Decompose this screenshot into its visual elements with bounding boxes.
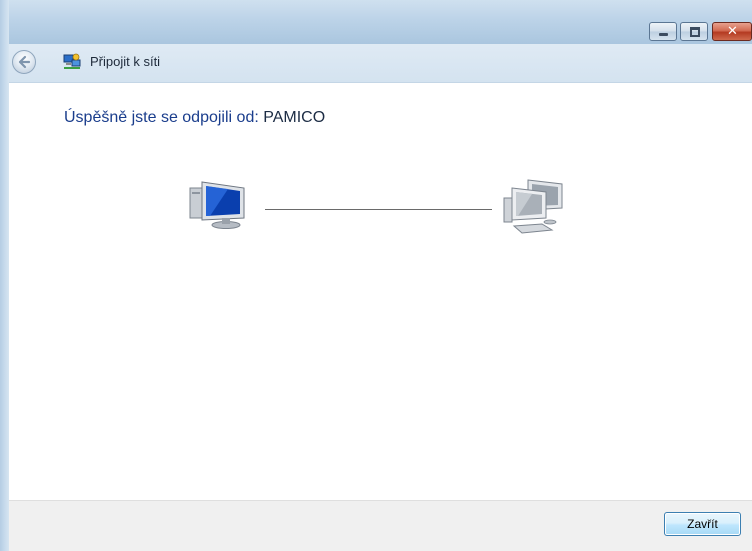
window-frame-top <box>0 0 752 44</box>
content-area <box>9 83 752 500</box>
dialog-footer <box>9 500 752 551</box>
network-name: PAMICO <box>263 109 326 126</box>
network-computers-icon <box>503 179 563 234</box>
minimize-button[interactable] <box>649 22 677 41</box>
connection-line <box>265 209 492 210</box>
connect-to-network-window: ✕ Připojit k síti Úspěšně jste se odpoji… <box>0 0 752 551</box>
close-icon: ✕ <box>727 24 738 39</box>
window-title: Připojit k síti <box>90 54 161 69</box>
close-window-button[interactable]: ✕ <box>712 22 752 41</box>
back-arrow-icon <box>18 55 31 69</box>
status-heading: Úspěšně jste se odpojili od: PAMICO <box>64 109 325 127</box>
network-connect-icon <box>63 53 81 69</box>
back-button[interactable] <box>12 50 36 74</box>
close-button[interactable]: Zavřít <box>664 512 741 536</box>
window-frame-left <box>0 0 9 551</box>
minimize-icon <box>659 33 668 36</box>
status-heading-text: Úspěšně jste se odpojili od: <box>64 109 264 126</box>
maximize-icon <box>690 27 700 37</box>
maximize-button[interactable] <box>680 22 708 41</box>
computer-icon <box>189 181 245 229</box>
